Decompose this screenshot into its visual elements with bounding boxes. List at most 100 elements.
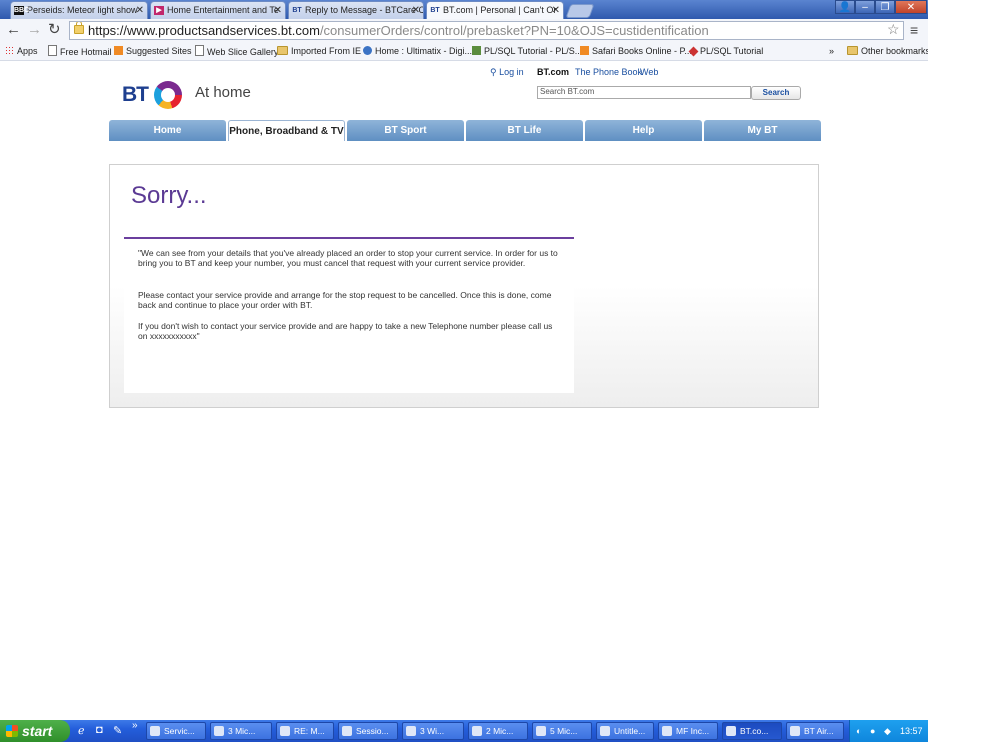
outlook-icon[interactable]: ◘ (96, 724, 103, 736)
quicklaunch-overflow-icon[interactable]: » (132, 720, 138, 731)
quicklaunch-icon[interactable]: ✎ (113, 724, 122, 737)
bookmark-plsql-tutorial-2[interactable]: PL/SQL Tutorial (688, 45, 763, 57)
bookmark-apps[interactable]: Apps (5, 45, 38, 57)
bt-globe-icon (154, 81, 182, 109)
taskbar-item[interactable]: 3 Mic... (210, 722, 272, 740)
folder-icon (277, 46, 288, 55)
phonebook-link[interactable]: The Phone Book (575, 67, 642, 77)
plsql-tutorial-icon (688, 46, 699, 57)
bookmark-plsql-tutorial-1[interactable]: PL/SQL Tutorial - PL/S... (472, 45, 582, 57)
address-bar[interactable]: https://www.productsandservices.bt.com/c… (69, 21, 904, 40)
site-search-input[interactable]: Search BT.com (537, 86, 751, 99)
lock-icon (74, 22, 84, 34)
bt-logo-text: BT (122, 83, 149, 106)
bookmark-imported-from-ie[interactable]: Imported From IE (277, 45, 361, 57)
taskbar-item[interactable]: RE: M... (276, 722, 334, 740)
suggested-sites-icon (114, 46, 123, 55)
bookmark-suggested-sites[interactable]: Suggested Sites (114, 45, 192, 57)
browser-tab[interactable]: ▶ Home Entertainment and Te ✕ (150, 1, 286, 19)
close-tab-icon[interactable]: ✕ (136, 2, 144, 19)
bookmarks-bar: Apps Free Hotmail Suggested Sites Web Sl… (0, 42, 930, 61)
taskbar-item[interactable]: 3 Wi... (402, 722, 464, 740)
safari-books-icon (580, 46, 589, 55)
bbc-favicon-icon: BBC (14, 6, 30, 15)
apps-grid-icon (5, 46, 14, 55)
bookmark-free-hotmail[interactable]: Free Hotmail (48, 45, 112, 58)
browser-tab[interactable]: BT Reply to Message - BTCare C ✕ (288, 1, 424, 19)
nav-help[interactable]: Help (585, 120, 702, 141)
page-icon (48, 45, 57, 56)
person-icon: ⚲ (490, 67, 497, 77)
bookmark-star-icon[interactable]: ☆ (887, 21, 900, 38)
start-button[interactable]: start (0, 720, 70, 742)
taskbar-item[interactable]: Untitle... (596, 722, 654, 740)
app-icon (342, 726, 352, 736)
plsql-icon (472, 46, 481, 55)
error-message-card: Sorry... "We can see from your details t… (124, 165, 574, 393)
tab-title: BT.com | Personal | Can't Or (443, 5, 557, 15)
taskbar-item[interactable]: BT Air... (786, 722, 844, 740)
taskbar-item[interactable]: MF Inc... (658, 722, 718, 740)
web-link[interactable]: Web (640, 67, 658, 77)
url-host: https://www.productsandservices.bt.com (88, 23, 320, 38)
folder-icon (847, 46, 858, 55)
tray-app-icon[interactable]: ● (870, 720, 875, 742)
main-navigation: Home Phone, Broadband & TV BT Sport BT L… (109, 120, 821, 141)
bookmark-ultimatix[interactable]: Home : Ultimatix - Digi... (363, 45, 472, 57)
ie-icon[interactable]: ℯ (78, 724, 85, 737)
site-search-button[interactable]: Search (751, 86, 801, 100)
folder-icon (406, 726, 416, 736)
browser-toolbar: ← → ↻ https://www.productsandservices.bt… (0, 19, 928, 43)
close-window-icon[interactable]: ✕ (895, 0, 927, 14)
browser-tab[interactable]: BBC Perseids: Meteor light show ✕ (10, 1, 148, 19)
taskbar-item[interactable]: Sessio... (338, 722, 398, 740)
user-icon[interactable]: 👤 (835, 0, 855, 14)
new-tab-button[interactable] (565, 4, 595, 18)
close-tab-icon[interactable]: ✕ (412, 2, 420, 19)
minimize-icon[interactable]: – (855, 0, 875, 14)
divider (124, 237, 574, 239)
browser-tab-active[interactable]: BT BT.com | Personal | Can't Or ✕ (426, 1, 564, 19)
bookmarks-overflow-button[interactable]: » (829, 45, 834, 57)
system-tray: ◐ ● ◆ 13:57 (849, 720, 929, 742)
tab-title: Home Entertainment and Te (167, 5, 279, 15)
bookmark-other-bookmarks[interactable]: Other bookmarks (847, 45, 930, 57)
taskbar-item-active[interactable]: BT.co... (722, 722, 782, 740)
error-panel: Sorry... "We can see from your details t… (109, 164, 819, 408)
btcom-link[interactable]: BT.com (537, 67, 569, 77)
app-icon (790, 726, 800, 736)
close-tab-icon[interactable]: ✕ (274, 2, 282, 19)
forward-icon[interactable]: → (27, 22, 42, 38)
nav-bt-life[interactable]: BT Life (466, 120, 583, 141)
browser-tab-strip: BBC Perseids: Meteor light show ✕ ▶ Home… (0, 0, 928, 19)
app-icon (600, 726, 610, 736)
app-icon (472, 726, 482, 736)
nav-home[interactable]: Home (109, 120, 226, 141)
message-paragraph-1: "We can see from your details that you'v… (138, 248, 558, 268)
clock[interactable]: 13:57 (900, 720, 923, 742)
word-icon (536, 726, 546, 736)
tray-volume-icon[interactable]: ◆ (884, 720, 891, 742)
nav-phone-broadband-tv[interactable]: Phone, Broadband & TV (228, 120, 345, 141)
reload-icon[interactable]: ↻ (48, 22, 61, 38)
message-paragraph-2: Please contact your service provide and … (138, 290, 552, 310)
bookmark-safari-books[interactable]: Safari Books Online - P... (580, 45, 692, 57)
taskbar-item[interactable]: 5 Mic... (532, 722, 592, 740)
site-tagline: At home (195, 84, 251, 101)
bookmark-web-slice-gallery[interactable]: Web Slice Gallery (195, 45, 278, 58)
message-paragraph-3: If you don't wish to contact your servic… (138, 321, 553, 341)
page-icon (195, 45, 204, 56)
back-icon[interactable]: ← (6, 22, 21, 38)
taskbar-item[interactable]: Servic... (146, 722, 206, 740)
tab-title: Reply to Message - BTCare C (305, 5, 424, 15)
taskbar-item[interactable]: 2 Mic... (468, 722, 528, 740)
nav-bt-sport[interactable]: BT Sport (347, 120, 464, 141)
nav-my-bt[interactable]: My BT (704, 120, 821, 141)
restore-icon[interactable]: ❐ (875, 0, 895, 14)
windows-taskbar: start ℯ ◘ ✎ » Servic... 3 Mic... RE: M..… (0, 720, 929, 742)
close-tab-icon[interactable]: ✕ (552, 2, 560, 19)
login-link[interactable]: ⚲ Log in (490, 67, 524, 78)
web-page: ⚲ Log in BT.com The Phone Book Web BT At… (0, 61, 928, 720)
menu-icon[interactable]: ≡ (910, 22, 918, 38)
tray-network-icon[interactable]: ◐ (856, 720, 861, 742)
